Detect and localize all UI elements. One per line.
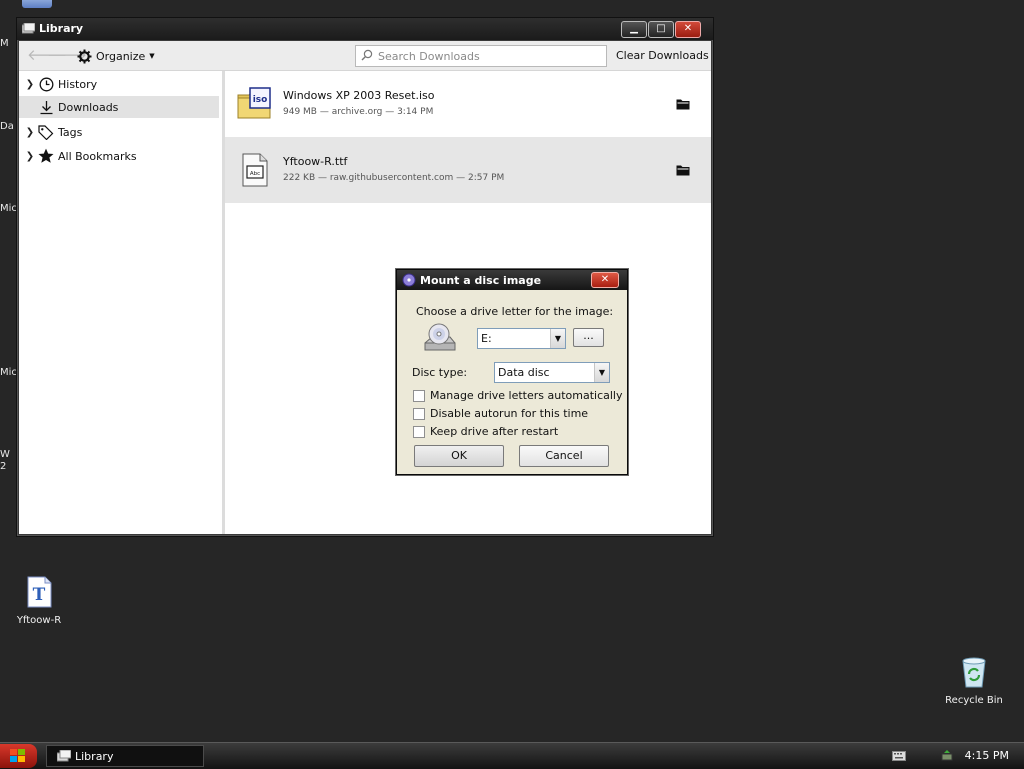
desktop-edge-label[interactable]: M — [0, 38, 9, 49]
organize-label: Organize — [96, 49, 146, 63]
organize-menu-button[interactable]: Organize ▼ — [77, 47, 155, 65]
sidebar-item-history[interactable]: ❯ History — [19, 73, 219, 95]
svg-text:Abc: Abc — [250, 171, 260, 177]
drive-letter-select[interactable]: E: ▼ — [477, 328, 566, 349]
checkbox-label: Manage drive letters automatically — [430, 389, 623, 402]
library-sidebar: ❯ History Downloads ❯ Tags ❯ All Bookmar… — [19, 71, 225, 534]
ok-button[interactable]: OK — [414, 445, 504, 467]
windows-logo-icon — [10, 749, 25, 762]
disc-drive-icon — [424, 323, 456, 351]
disc-type-select[interactable]: Data disc ▼ — [494, 362, 610, 383]
download-row[interactable]: Abc Yftoow-R.ttf 222 KB — raw.githubuser… — [225, 137, 711, 203]
tag-icon — [37, 124, 55, 140]
download-meta: 222 KB — raw.githubusercontent.com — 2:5… — [283, 173, 505, 183]
search-downloads-input[interactable] — [376, 48, 605, 65]
desktop-icon-recycle-bin[interactable]: Recycle Bin — [942, 656, 1006, 706]
desktop-edge-label[interactable]: Da — [0, 121, 14, 132]
close-button[interactable]: ✕ — [675, 21, 701, 38]
sidebar-item-downloads[interactable]: Downloads — [19, 96, 219, 118]
desktop-edge-label[interactable]: 2 — [0, 461, 6, 472]
clear-downloads-button[interactable]: Clear Downloads — [616, 49, 709, 62]
expand-chevron-icon[interactable]: ❯ — [23, 79, 37, 90]
checkbox-box[interactable] — [413, 407, 425, 420]
search-icon — [361, 49, 373, 61]
font-file-icon: T — [27, 576, 52, 608]
checkbox-box[interactable] — [413, 425, 425, 438]
download-row[interactable]: iso Windows XP 2003 Reset.iso 949 MB — a… — [225, 71, 711, 137]
cancel-button[interactable]: Cancel — [519, 445, 609, 467]
desktop-icon-label: Yftoow-R — [16, 615, 62, 626]
drive-letter-value: E: — [481, 332, 492, 345]
keyboard-icon[interactable] — [892, 751, 906, 761]
browse-button[interactable]: ... — [573, 328, 604, 347]
checkbox-box[interactable] — [413, 389, 425, 402]
taskbar-item-label: Library — [75, 750, 114, 763]
clock-icon — [37, 76, 55, 92]
system-tray: 4:15 PM — [884, 743, 1024, 769]
dialog-close-button[interactable]: ✕ — [591, 272, 619, 288]
dialog-titlebar[interactable]: Mount a disc image ✕ — [397, 270, 627, 290]
checkbox-label: Disable autorun for this time — [430, 407, 589, 420]
minimize-button[interactable]: ▁ — [621, 21, 647, 38]
dropdown-arrow-icon[interactable]: ▼ — [550, 329, 565, 348]
keep-drive-checkbox[interactable]: Keep drive after restart — [413, 425, 558, 438]
dialog-title: Mount a disc image — [420, 274, 542, 287]
sidebar-item-label: History — [58, 77, 98, 91]
library-app-icon — [22, 23, 35, 34]
gear-icon — [77, 49, 92, 63]
library-title: Library — [39, 22, 84, 35]
manage-drive-letters-checkbox[interactable]: Manage drive letters automatically — [413, 389, 622, 402]
safely-remove-hardware-icon[interactable] — [940, 749, 954, 763]
download-filename: Windows XP 2003 Reset.iso — [283, 89, 435, 102]
font-file-icon: Abc — [242, 153, 268, 187]
svg-text:T: T — [33, 585, 46, 605]
sidebar-item-all-bookmarks[interactable]: ❯ All Bookmarks — [19, 145, 219, 167]
library-titlebar[interactable]: Library ▁ □ ✕ — [17, 18, 713, 40]
taskbar-item-library[interactable]: Library — [46, 745, 204, 767]
checkbox-label: Keep drive after restart — [430, 425, 559, 438]
taskbar-clock[interactable]: 4:15 PM — [965, 749, 1009, 762]
sidebar-item-label: All Bookmarks — [58, 149, 137, 163]
open-folder-icon[interactable] — [676, 164, 690, 176]
desktop-icon-font-file[interactable]: T Yftoow-R — [10, 576, 68, 626]
desktop-edge-label[interactable]: W — [0, 449, 10, 460]
recycle-bin-icon — [962, 657, 986, 688]
desktop-edge-label[interactable]: Mic — [0, 203, 17, 214]
dropdown-caret-icon: ▼ — [149, 52, 155, 60]
disc-type-value: Data disc — [498, 366, 550, 379]
drive-letter-prompt: Choose a drive letter for the image: — [416, 305, 614, 318]
iso-file-icon: iso — [237, 87, 271, 119]
taskbar: Library 4:15 PM — [0, 742, 1024, 769]
svg-text:iso: iso — [253, 95, 268, 105]
star-icon — [37, 148, 55, 164]
desktop-partial-icon[interactable] — [22, 0, 52, 8]
search-box[interactable] — [355, 45, 607, 67]
download-icon — [37, 99, 55, 115]
sidebar-item-label: Tags — [58, 125, 83, 139]
download-filename: Yftoow-R.ttf — [283, 155, 348, 168]
disable-autorun-checkbox[interactable]: Disable autorun for this time — [413, 407, 588, 420]
library-toolbar: 🡐 🡒 Organize ▼ Clear Downloads — [19, 41, 711, 71]
desktop-edge-label[interactable]: Mic — [0, 367, 17, 378]
sidebar-item-tags[interactable]: ❯ Tags — [19, 121, 219, 143]
expand-chevron-icon[interactable]: ❯ — [23, 127, 37, 138]
maximize-button[interactable]: □ — [648, 21, 674, 38]
start-button[interactable] — [0, 744, 37, 768]
library-app-icon — [57, 750, 71, 762]
mount-disc-dialog: Mount a disc image ✕ Choose a drive lett… — [396, 269, 628, 475]
open-folder-icon[interactable] — [676, 98, 690, 110]
expand-chevron-icon[interactable]: ❯ — [23, 151, 37, 162]
download-meta: 949 MB — archive.org — 3:14 PM — [283, 107, 434, 117]
sidebar-item-label: Downloads — [58, 100, 119, 114]
dropdown-arrow-icon[interactable]: ▼ — [594, 363, 609, 382]
desktop-icon-label: Recycle Bin — [945, 695, 1003, 706]
disc-type-label: Disc type: — [412, 366, 468, 379]
disc-app-icon — [402, 273, 416, 287]
